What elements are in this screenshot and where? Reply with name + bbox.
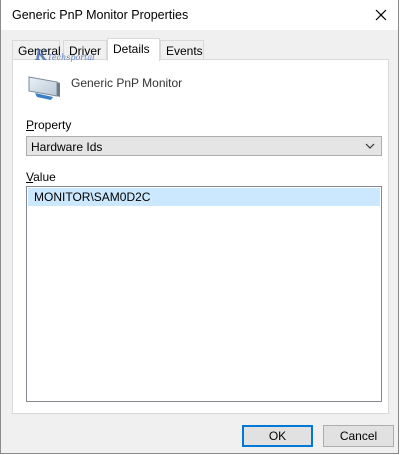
property-label: Property [26, 118, 71, 132]
chevron-down-icon [365, 143, 375, 149]
cancel-button[interactable]: Cancel [323, 425, 394, 447]
details-panel: Generic PnP Monitor Property Hardware Id… [12, 59, 389, 414]
tab-details[interactable]: Details [107, 38, 160, 61]
window-title: Generic PnP Monitor Properties [12, 8, 189, 22]
value-label-rest: alue [33, 170, 56, 184]
property-select-value: Hardware Ids [31, 140, 103, 154]
close-button[interactable] [364, 0, 398, 30]
watermark-logo: KTechsportal [35, 48, 95, 64]
list-item[interactable]: MONITOR\SAM0D2C [28, 188, 380, 206]
property-select[interactable]: Hardware Ids [26, 136, 382, 156]
tab-events[interactable]: Events [160, 40, 204, 60]
property-label-rest: roperty [34, 118, 72, 132]
monitor-icon [28, 76, 60, 100]
value-list[interactable]: MONITOR\SAM0D2C [26, 186, 382, 402]
watermark-text: Techsportal [47, 53, 95, 62]
close-icon [375, 9, 387, 21]
list-item-text: MONITOR\SAM0D2C [34, 190, 151, 204]
device-name: Generic PnP Monitor [71, 76, 183, 90]
value-label: Value [26, 170, 56, 184]
title-bar: Generic PnP Monitor Properties [1, 0, 398, 30]
property-label-mnemonic: P [26, 118, 35, 132]
properties-dialog: Generic PnP Monitor Properties General D… [0, 0, 399, 454]
ok-button[interactable]: OK [242, 425, 313, 447]
